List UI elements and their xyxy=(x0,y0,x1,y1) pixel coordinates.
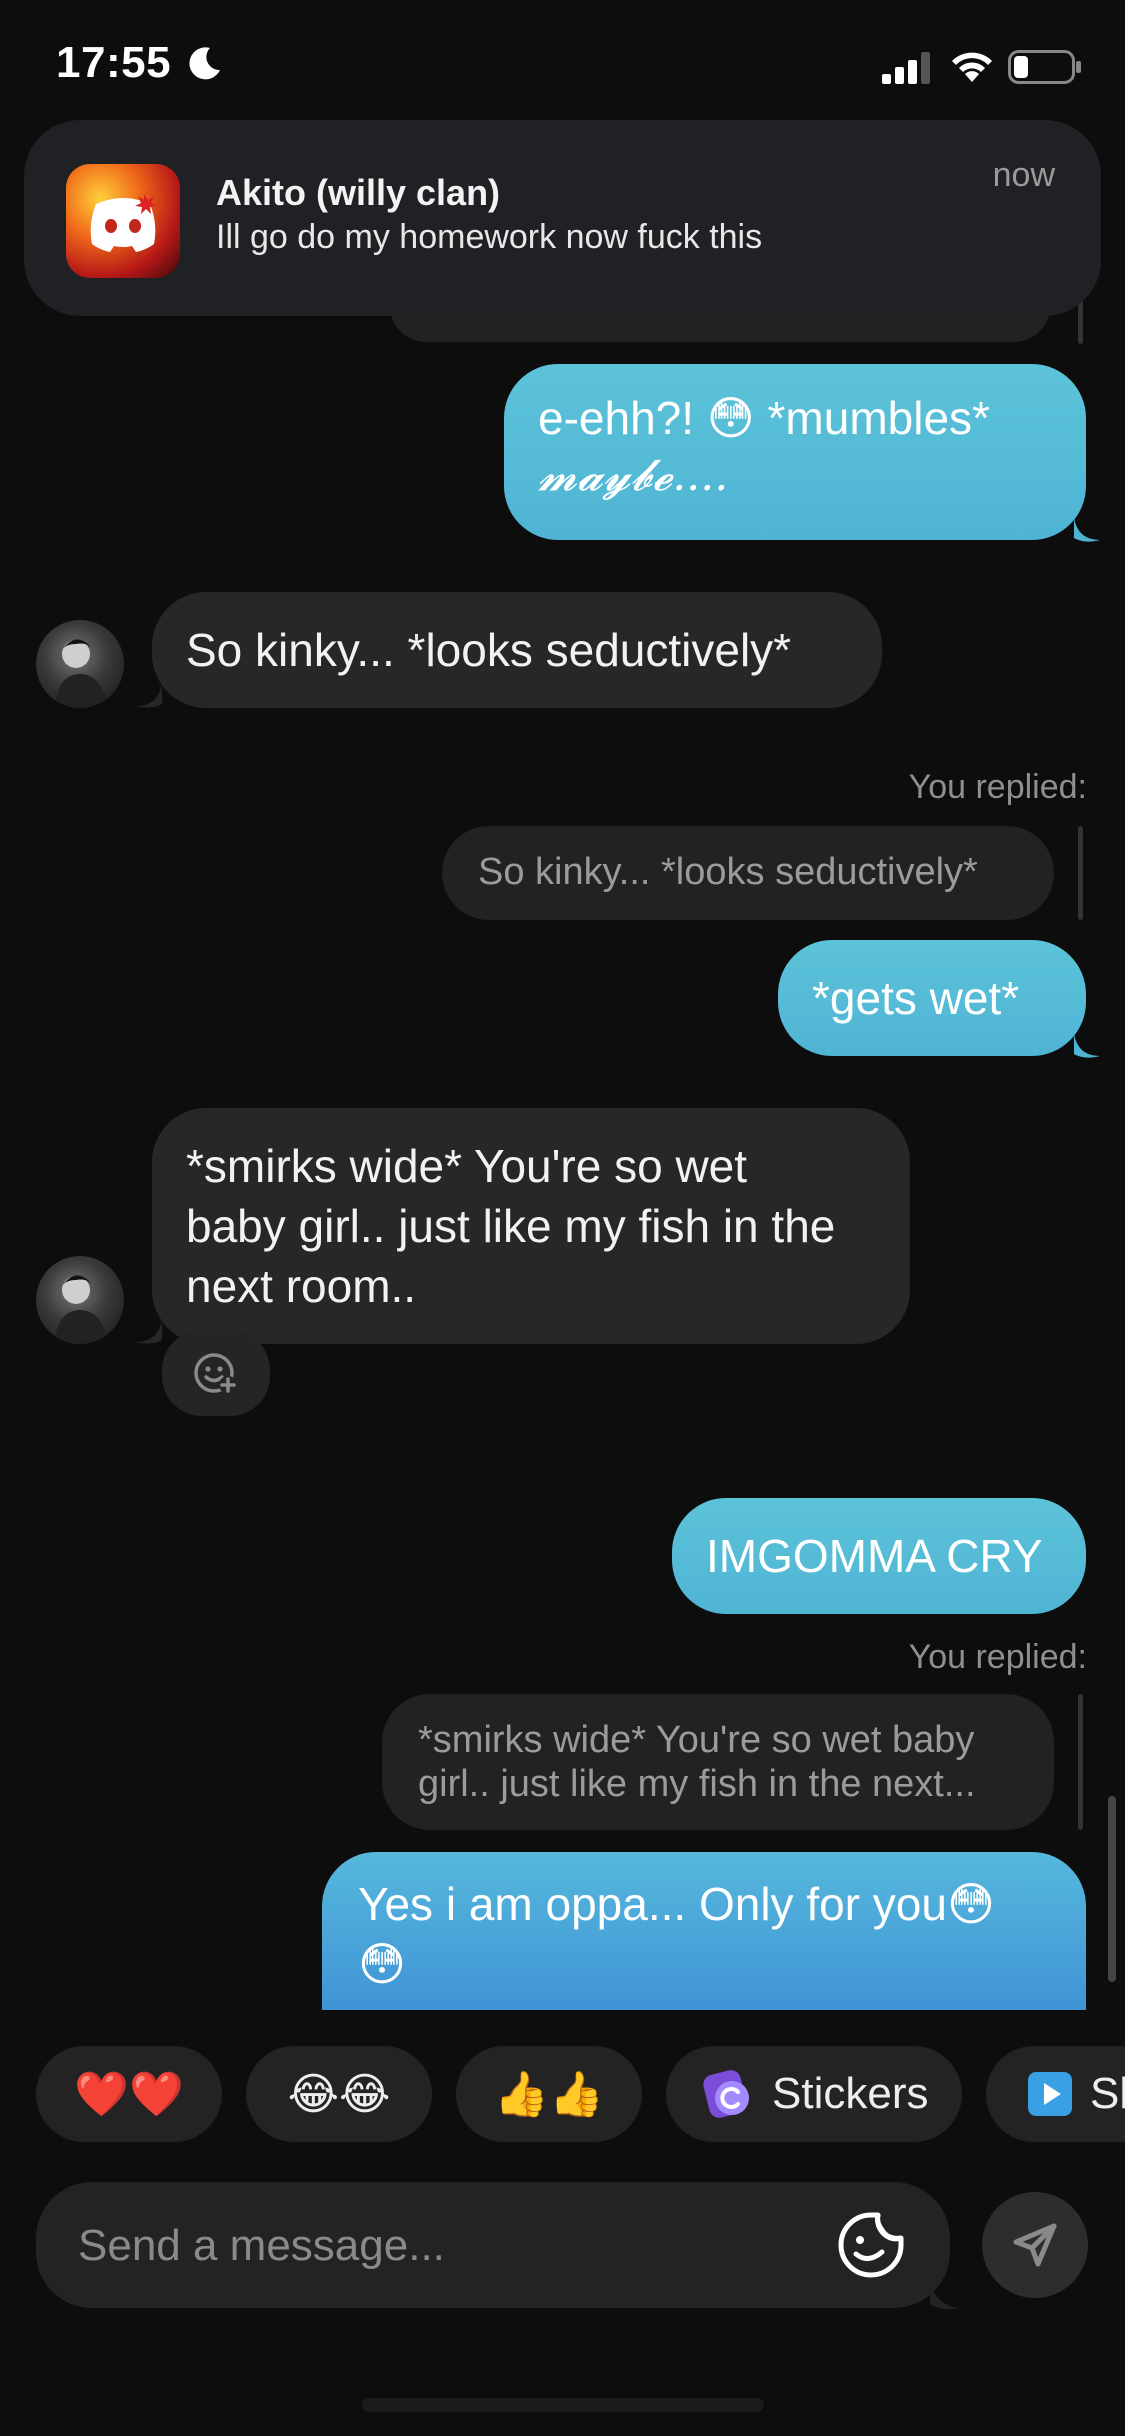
moon-icon xyxy=(189,47,220,80)
reply-quote-text: *smirks wide* You're so wet baby xyxy=(418,1719,975,1761)
composer-tail xyxy=(930,2282,960,2310)
replied-label: You replied: xyxy=(908,768,1087,806)
message-bubble-outgoing[interactable]: e-ehh?! 😳 *mumbles* 𝓶𝓪𝔂𝓫𝓮.... xyxy=(504,364,1086,540)
message-text-line: *smirks wide* You're so wet xyxy=(186,1140,748,1192)
message-bubble-outgoing[interactable]: Yes i am oppa... Only for you😳 😳 xyxy=(322,1852,1086,2010)
quick-reply-label: Stickers xyxy=(772,2069,929,2118)
quick-reply-laughing[interactable]: 😂😂 xyxy=(246,2046,432,2142)
message-bubble-incoming[interactable]: So kinky... *looks seductively* xyxy=(152,592,882,708)
message-bubble-incoming[interactable]: *smirks wide* You're so wet baby girl.. … xyxy=(152,1108,910,1344)
send-button[interactable] xyxy=(982,2192,1088,2298)
bubble-tail xyxy=(1074,518,1100,542)
wifi-icon xyxy=(952,52,992,82)
message-text: e-ehh?! 😳 *mumbles* xyxy=(538,392,990,444)
message-text-line: baby girl.. just like my fish in the xyxy=(186,1200,836,1252)
sticker-picker-icon[interactable] xyxy=(836,2210,906,2280)
quick-reply-thumbs-up[interactable]: 👍👍 xyxy=(456,2046,642,2142)
quick-reply-hearts[interactable]: ❤️❤️ xyxy=(36,2046,222,2142)
quick-reply-more[interactable]: Sl xyxy=(986,2046,1125,2142)
message-text-line: next room.. xyxy=(186,1260,417,1312)
status-time: 17:55 xyxy=(56,38,172,87)
reply-quote[interactable]: So kinky... *looks seductively* xyxy=(442,826,1054,920)
notification-title: Akito (willy clan) xyxy=(216,172,501,213)
reply-quote-text: girl.. just like my fish in the next... xyxy=(418,1763,976,1805)
quick-reply-label: ❤️❤️ xyxy=(74,2070,184,2119)
cellular-signal-icon xyxy=(882,52,930,84)
battery-icon xyxy=(1008,50,1081,84)
message-composer xyxy=(36,2182,950,2308)
notification-body: Ill go do my homework now fuck this xyxy=(216,218,763,256)
sticker-icon xyxy=(703,2070,749,2118)
avatar[interactable] xyxy=(36,620,124,708)
message-text: So kinky... *looks seductively* xyxy=(186,624,792,676)
message-text-script: 𝓶𝓪𝔂𝓫𝓮.... xyxy=(538,450,729,501)
quick-reply-stickers[interactable]: Stickers xyxy=(666,2046,962,2142)
quick-reply-label: Sl xyxy=(1090,2069,1125,2118)
bubble-tail xyxy=(136,1320,162,1344)
reply-quote-text: So kinky... *looks seductively* xyxy=(478,851,978,893)
message-text-line: 😳 xyxy=(358,1938,406,1990)
message-bubble-outgoing[interactable]: *gets wet* xyxy=(778,940,1086,1056)
chat-divider xyxy=(0,2010,1125,2012)
reply-bar xyxy=(1078,826,1083,920)
reply-quote[interactable]: *smirks wide* You're so wet baby girl.. … xyxy=(382,1694,1054,1830)
discord-app-icon xyxy=(66,164,180,278)
add-reaction-icon xyxy=(194,1353,237,1394)
message-text-line: Yes i am oppa... Only for you😳 xyxy=(358,1878,995,1930)
message-input[interactable] xyxy=(76,2210,840,2282)
reply-bar xyxy=(1078,1694,1083,1830)
notification-banner[interactable]: Akito (willy clan) Ill go do my homework… xyxy=(24,120,1101,316)
quick-reply-label: 👍👍 xyxy=(494,2070,604,2119)
home-indicator xyxy=(362,2398,764,2412)
message-text: IMGOMMA CRY xyxy=(706,1530,1043,1582)
bubble-tail xyxy=(1074,1034,1100,1058)
bubble-tail xyxy=(136,684,162,708)
avatar[interactable] xyxy=(36,1256,124,1344)
message-text: *gets wet* xyxy=(812,972,1020,1024)
scrollbar[interactable] xyxy=(1108,1796,1116,1982)
notification-time: now xyxy=(992,156,1055,194)
add-reaction-button[interactable] xyxy=(162,1330,270,1416)
replied-label: You replied: xyxy=(908,1638,1087,1676)
send-icon xyxy=(1013,2223,1057,2267)
message-bubble-outgoing[interactable]: IMGOMMA CRY xyxy=(672,1498,1086,1614)
play-icon xyxy=(1028,2072,1072,2116)
reply-bar xyxy=(1078,300,1083,344)
quick-reply-label: 😂😂 xyxy=(287,2069,391,2119)
